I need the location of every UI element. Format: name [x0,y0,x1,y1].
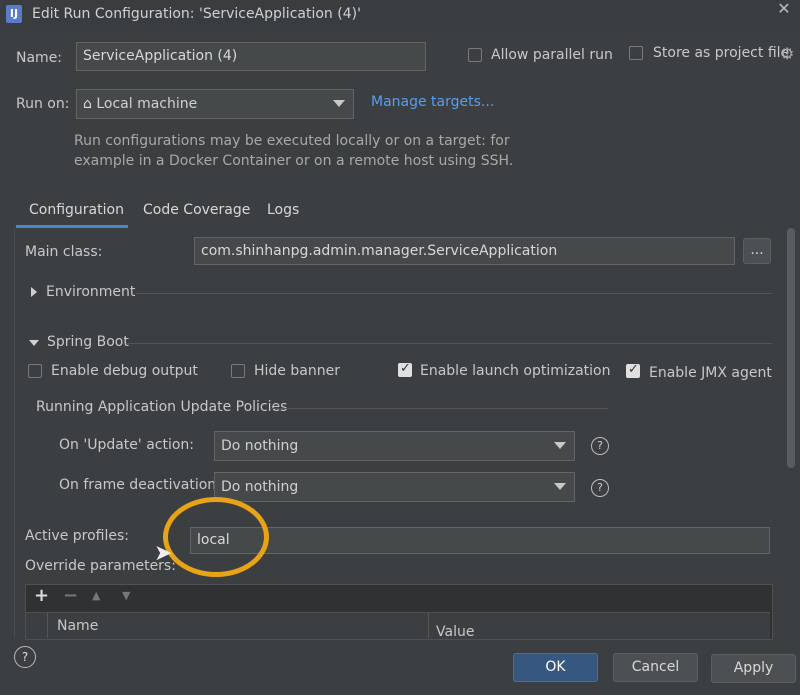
hide-banner-checkbox[interactable] [231,364,245,378]
intellij-app-icon: IJ [6,5,22,23]
environment-section-label[interactable]: Environment [46,284,135,300]
move-up-icon[interactable]: ▲ [92,589,100,602]
ok-button[interactable]: OK [513,653,598,682]
run-on-value: Local machine [96,96,198,112]
allow-parallel-checkbox[interactable] [468,48,482,62]
help-icon[interactable]: ? [591,437,609,455]
on-update-label: On 'Update' action: [59,437,195,453]
active-profiles-label: Active profiles: [25,528,129,544]
help-icon[interactable]: ? [14,646,36,668]
title-bar: IJ Edit Run Configuration: 'ServiceAppli… [0,0,800,32]
gear-icon[interactable]: ⚙ [780,44,794,63]
chevron-down-icon [554,442,566,449]
apply-button[interactable]: Apply [711,654,796,683]
jmx-agent-checkbox[interactable] [626,362,640,378]
column-header-value[interactable]: Value [436,624,474,640]
spring-boot-separator [127,343,772,344]
store-project-checkbox[interactable] [629,46,643,60]
expand-right-icon[interactable] [31,287,37,297]
allow-parallel-label: Allow parallel run [491,47,613,63]
tab-configuration[interactable]: Configuration [29,202,124,218]
home-icon: ⌂ [83,96,92,112]
move-down-icon[interactable]: ▼ [122,589,130,602]
name-label: Name: [16,50,63,66]
on-update-combo[interactable]: Do nothing [214,431,575,461]
browse-main-class-button[interactable]: ... [743,238,771,264]
help-icon[interactable]: ? [591,479,609,497]
debug-output-label: Enable debug output [51,363,198,379]
add-icon[interactable]: + [34,585,49,606]
remove-icon[interactable]: − [63,585,78,606]
main-class-label: Main class: [25,244,103,260]
cancel-button[interactable]: Cancel [613,653,698,682]
environment-separator [136,293,772,294]
override-parameters-label: Override parameters: [25,558,176,574]
launch-optimization-checkbox[interactable] [398,361,412,377]
jmx-agent-label: Enable JMX agent [649,365,772,381]
name-input[interactable]: ServiceApplication (4) [76,42,426,71]
launch-optimization-label: Enable launch optimization [420,363,611,379]
on-frame-value: Do nothing [221,479,299,495]
run-on-combo[interactable]: ⌂ Local machine [76,89,354,119]
close-icon[interactable]: ✕ [768,0,800,22]
active-profiles-input[interactable]: local [190,527,770,554]
tab-code-coverage[interactable]: Code Coverage [143,202,250,218]
spring-boot-section-label[interactable]: Spring Boot [47,334,129,350]
debug-output-checkbox[interactable] [28,364,42,378]
store-project-label: Store as project file [653,45,790,61]
column-header-name[interactable]: Name [57,618,98,634]
on-frame-label: On frame deactivation: [59,477,221,493]
on-frame-combo[interactable]: Do nothing [214,472,575,502]
policies-group-label: Running Application Update Policies [36,399,288,415]
chevron-down-icon [554,483,566,490]
policies-separator [270,408,608,409]
table-header [26,612,770,639]
panel-scrollbar[interactable] [787,228,795,468]
collapse-down-icon[interactable] [29,340,39,346]
column-divider [428,613,429,638]
main-class-input[interactable]: com.shinhanpg.admin.manager.ServiceAppli… [194,237,735,265]
run-on-label: Run on: [16,96,70,112]
tab-logs[interactable]: Logs [267,202,299,218]
annotation-circle [163,497,269,577]
window-title: Edit Run Configuration: 'ServiceApplicat… [32,6,361,22]
on-update-value: Do nothing [221,438,299,454]
hide-banner-label: Hide banner [254,363,340,379]
chevron-down-icon [333,100,345,107]
manage-targets-link[interactable]: Manage targets... [371,94,494,110]
column-divider [47,613,48,638]
run-on-hint-line2: example in a Docker Container or on a re… [74,153,514,169]
run-on-hint-line1: Run configurations may be executed local… [74,133,510,149]
